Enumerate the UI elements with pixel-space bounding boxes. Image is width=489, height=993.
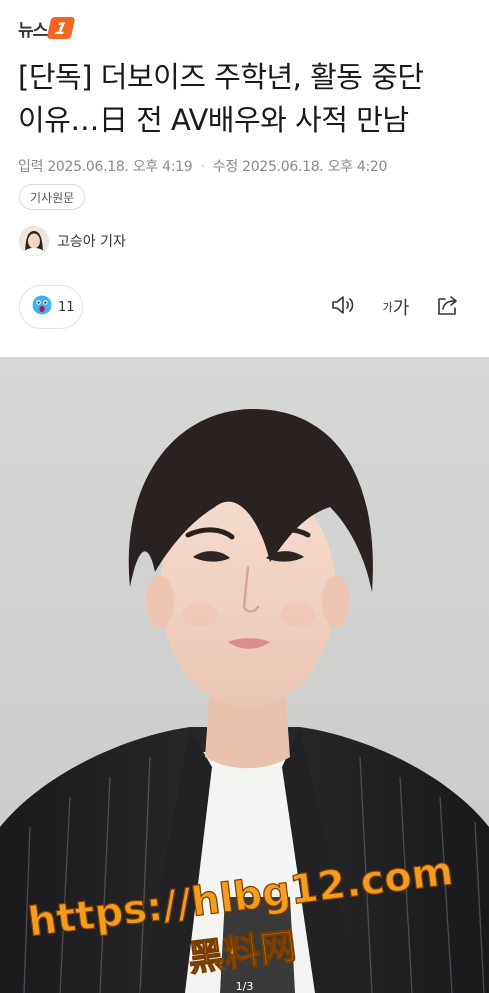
photo-counter: 1/3: [235, 980, 254, 993]
reporter-byline[interactable]: 고승아 기자: [19, 226, 126, 256]
share-icon: [436, 294, 460, 320]
article-headline: [단독] 더보이즈 주학년, 활동 중단 이유…日 전 AV배우와 사적 만남: [18, 56, 478, 142]
date-separator: ·: [200, 159, 205, 175]
article-dates: 입력 2025.06.18. 오후 4:19 · 수정 2025.06.18. …: [18, 156, 387, 176]
logo-text: 뉴스: [18, 20, 48, 41]
font-size-large-label: 가: [392, 298, 410, 319]
published-label: 입력: [18, 159, 44, 175]
font-size-button[interactable]: 가가: [381, 293, 411, 321]
headline-line-1: [단독] 더보이즈 주학년, 활동 중단: [18, 60, 424, 94]
avatar: [19, 226, 49, 256]
headline-line-2: 이유…日 전 AV배우와 사적 만남: [18, 103, 409, 137]
original-article-button[interactable]: 기사원문: [19, 184, 86, 210]
article-photo[interactable]: [0, 357, 489, 993]
font-size-small-label: 가: [382, 301, 393, 314]
surprised-face-icon: [32, 295, 52, 319]
modified-date: 2025.06.18. 오후 4:20: [242, 159, 388, 175]
published-date: 2025.06.18. 오후 4:19: [47, 159, 193, 175]
reaction-count: 11: [58, 299, 75, 315]
article-toolbar: 가가: [307, 293, 463, 321]
share-button[interactable]: [433, 293, 463, 321]
tts-button[interactable]: [329, 293, 359, 321]
reaction-button[interactable]: 11: [19, 285, 83, 329]
speaker-icon: [331, 294, 357, 320]
news1-logo[interactable]: 뉴스 1: [18, 15, 76, 41]
reporter-name: 고승아 기자: [57, 234, 126, 250]
modified-label: 수정: [212, 159, 238, 175]
logo-mark: 1: [46, 17, 76, 39]
